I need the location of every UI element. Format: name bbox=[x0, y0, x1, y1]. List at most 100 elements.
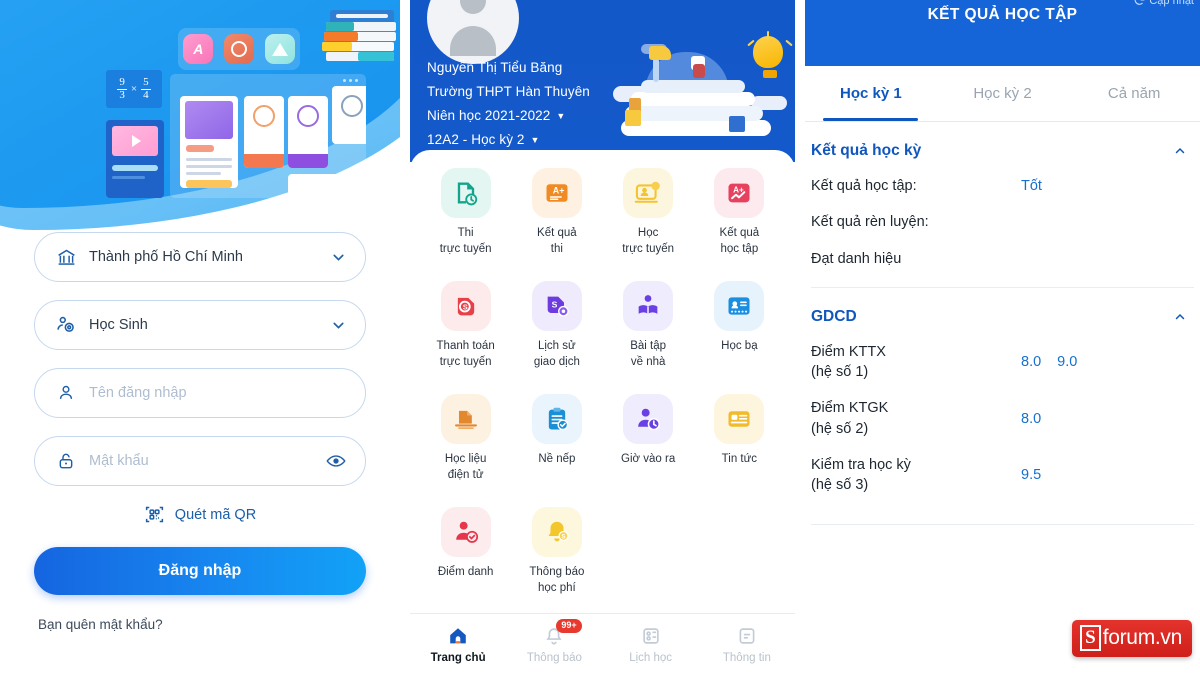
login-hero-illustration: A 9 3 × 5 4 bbox=[0, 0, 400, 232]
hero-card-d bbox=[288, 174, 344, 198]
chevron-down-icon[interactable] bbox=[330, 317, 347, 334]
user-icon bbox=[53, 383, 79, 403]
hero-fraction-card: 9 3 × 5 4 bbox=[106, 70, 162, 108]
qr-scan-button[interactable]: Quét mã QR bbox=[0, 504, 400, 525]
tab-info[interactable]: Thông tin bbox=[699, 625, 795, 664]
chevron-down-icon[interactable]: ▼ bbox=[531, 135, 540, 145]
row-label-line1: Điểm KTGK bbox=[811, 400, 889, 417]
chevron-down-icon[interactable]: ▼ bbox=[556, 111, 565, 121]
panel-separator-1 bbox=[400, 0, 410, 675]
sync-button[interactable]: Cập nhật bbox=[1133, 0, 1194, 7]
section-header-term-result[interactable]: Kết quả học kỳ bbox=[805, 122, 1200, 160]
svg-text:S: S bbox=[462, 303, 467, 312]
profile-name: Nguyễn Thị Tiểu Băng bbox=[427, 60, 563, 75]
menu-item-discipline[interactable]: Nề nếp bbox=[511, 394, 602, 483]
homework-icon bbox=[623, 281, 674, 332]
bottom-tab-bar: Trang chủ 99+ Thông báo Lịch học Thông t… bbox=[410, 613, 795, 675]
panel-separator-2 bbox=[795, 0, 805, 675]
screenshot-stage: A 9 3 × 5 4 Thành phố Hồ Chí Minh Học Si… bbox=[0, 0, 1200, 675]
eye-icon[interactable] bbox=[325, 450, 347, 472]
home-menu-grid: Thi trực tuyến A+ Kết quả thi Học trực tuyế… bbox=[410, 168, 795, 596]
svg-text:S: S bbox=[561, 535, 565, 541]
tab-term-2[interactable]: Học kỳ 2 bbox=[937, 66, 1069, 121]
menu-item-transaction-history[interactable]: S Lịch sử giao dịch bbox=[511, 281, 602, 370]
menu-item-news[interactable]: Tin tức bbox=[694, 394, 785, 483]
sforum-watermark: S forum.vn bbox=[1072, 620, 1192, 657]
hero-card-b bbox=[288, 96, 328, 168]
profile-school: Trường THPT Hàn Thuyên bbox=[427, 84, 590, 99]
chevron-down-icon[interactable] bbox=[330, 249, 347, 266]
hero-app-icon-a: A bbox=[183, 34, 214, 64]
menu-item-check-in-out[interactable]: Giờ vào ra bbox=[603, 394, 694, 483]
online-payment-icon: S bbox=[440, 281, 491, 332]
score-value: 9.0 bbox=[1057, 354, 1078, 371]
home-header: Nguyễn Thị Tiểu Băng Trường THPT Hàn Thu… bbox=[410, 0, 795, 162]
tab-schedule[interactable]: Lịch học bbox=[603, 625, 699, 664]
row-label: Kết quả học tập: bbox=[811, 178, 917, 194]
hero-app-icons-bar: A bbox=[178, 28, 300, 70]
results-header: KẾT QUẢ HỌC TẬP Cập nhật bbox=[805, 0, 1200, 66]
tab-full-year[interactable]: Cả năm bbox=[1068, 66, 1200, 121]
hero-fraction-operator: × bbox=[130, 83, 138, 95]
report-card-icon bbox=[714, 281, 765, 332]
role-select[interactable]: Học Sinh bbox=[34, 300, 366, 350]
hero-app-icon-triangle bbox=[264, 34, 295, 64]
username-input[interactable]: Tên đăng nhập bbox=[34, 368, 366, 418]
menu-item-report-card[interactable]: Học bạ bbox=[694, 281, 785, 370]
row-label-line1: Kiểm tra học kỳ bbox=[811, 457, 911, 474]
username-input-placeholder: Tên đăng nhập bbox=[89, 385, 187, 401]
menu-item-homework[interactable]: Bài tập về nhà bbox=[603, 281, 694, 370]
chevron-up-icon[interactable] bbox=[1174, 145, 1186, 157]
menu-item-online-payment[interactable]: S Thanh toán trực tuyến bbox=[420, 281, 511, 370]
hero-books-illustration bbox=[300, 4, 396, 64]
tuition-notice-icon: S bbox=[531, 507, 582, 558]
row-label: Kết quả rèn luyện: bbox=[811, 214, 929, 231]
menu-item-study-result[interactable]: A+ Kết quả học tập bbox=[694, 168, 785, 257]
avatar[interactable] bbox=[427, 0, 519, 64]
row-label: Đạt danh hiệu bbox=[811, 250, 902, 267]
menu-item-exam-result[interactable]: A+ Kết quả thi bbox=[511, 168, 602, 257]
hero-browser-window bbox=[170, 74, 366, 198]
section-header-gdcd[interactable]: GDCD bbox=[805, 288, 1200, 326]
tab-term-1[interactable]: Học kỳ 1 bbox=[805, 66, 937, 121]
profile-class-term[interactable]: 12A2 - Học kỳ 2 ▼ bbox=[427, 132, 590, 147]
tab-notifications-label: Thông báo bbox=[526, 652, 582, 664]
tab-info-label: Thông tin bbox=[722, 652, 771, 664]
tab-home[interactable]: Trang chủ bbox=[410, 625, 506, 664]
role-select-value: Học Sinh bbox=[89, 317, 148, 333]
hero-fraction2-denominator: 4 bbox=[143, 88, 149, 101]
attendance-icon bbox=[440, 507, 491, 558]
row-label-line1: Điểm KTTX bbox=[811, 343, 886, 360]
score-value: 8.0 bbox=[1021, 410, 1042, 427]
section-title: Kết quả học kỳ bbox=[811, 142, 922, 159]
page-title: KẾT QUẢ HỌC TẬP bbox=[927, 6, 1078, 23]
hero-fraction-denominator: 3 bbox=[119, 88, 125, 101]
menu-item-e-learning-material[interactable]: Học liệu điện tử bbox=[420, 394, 511, 483]
login-form: Thành phố Hồ Chí Minh Học Sinh Tên đăng … bbox=[0, 232, 400, 632]
hero-app-icon-circle bbox=[223, 34, 254, 64]
qr-code-icon bbox=[144, 504, 165, 525]
news-icon bbox=[714, 394, 765, 445]
menu-item-attendance[interactable]: Điểm danh bbox=[420, 507, 511, 596]
watermark-mark: S bbox=[1080, 625, 1101, 651]
score-row-ktgk: Điểm KTGK (hệ số 2) 8.0 bbox=[805, 382, 1200, 439]
menu-item-tuition-notice[interactable]: S Thông báo học phí bbox=[511, 507, 602, 596]
home-icon bbox=[446, 625, 470, 647]
study-results-screen: KẾT QUẢ HỌC TẬP Cập nhật Học kỳ 1 Học kỳ… bbox=[805, 0, 1200, 675]
online-learning-icon bbox=[623, 168, 674, 218]
discipline-icon bbox=[531, 394, 582, 445]
hero-video-thumbnail bbox=[112, 126, 158, 156]
menu-item-online-exam[interactable]: Thi trực tuyến bbox=[420, 168, 511, 257]
password-input[interactable]: Mật khẩu bbox=[34, 436, 366, 486]
tab-schedule-label: Lịch học bbox=[629, 652, 673, 664]
menu-item-online-learning[interactable]: Học trực tuyến bbox=[603, 168, 694, 257]
city-select[interactable]: Thành phố Hồ Chí Minh bbox=[34, 232, 366, 282]
tab-notifications[interactable]: 99+ Thông báo bbox=[506, 619, 602, 664]
profile-school-year[interactable]: Niên học 2021-2022 ▼ bbox=[427, 108, 590, 123]
window-dots bbox=[343, 79, 358, 82]
home-header-illustration bbox=[601, 24, 795, 162]
hero-video-card bbox=[106, 120, 164, 198]
login-button[interactable]: Đăng nhập bbox=[34, 547, 366, 595]
forgot-password-link[interactable]: Bạn quên mật khẩu? bbox=[38, 617, 400, 632]
chevron-up-icon[interactable] bbox=[1174, 311, 1186, 323]
